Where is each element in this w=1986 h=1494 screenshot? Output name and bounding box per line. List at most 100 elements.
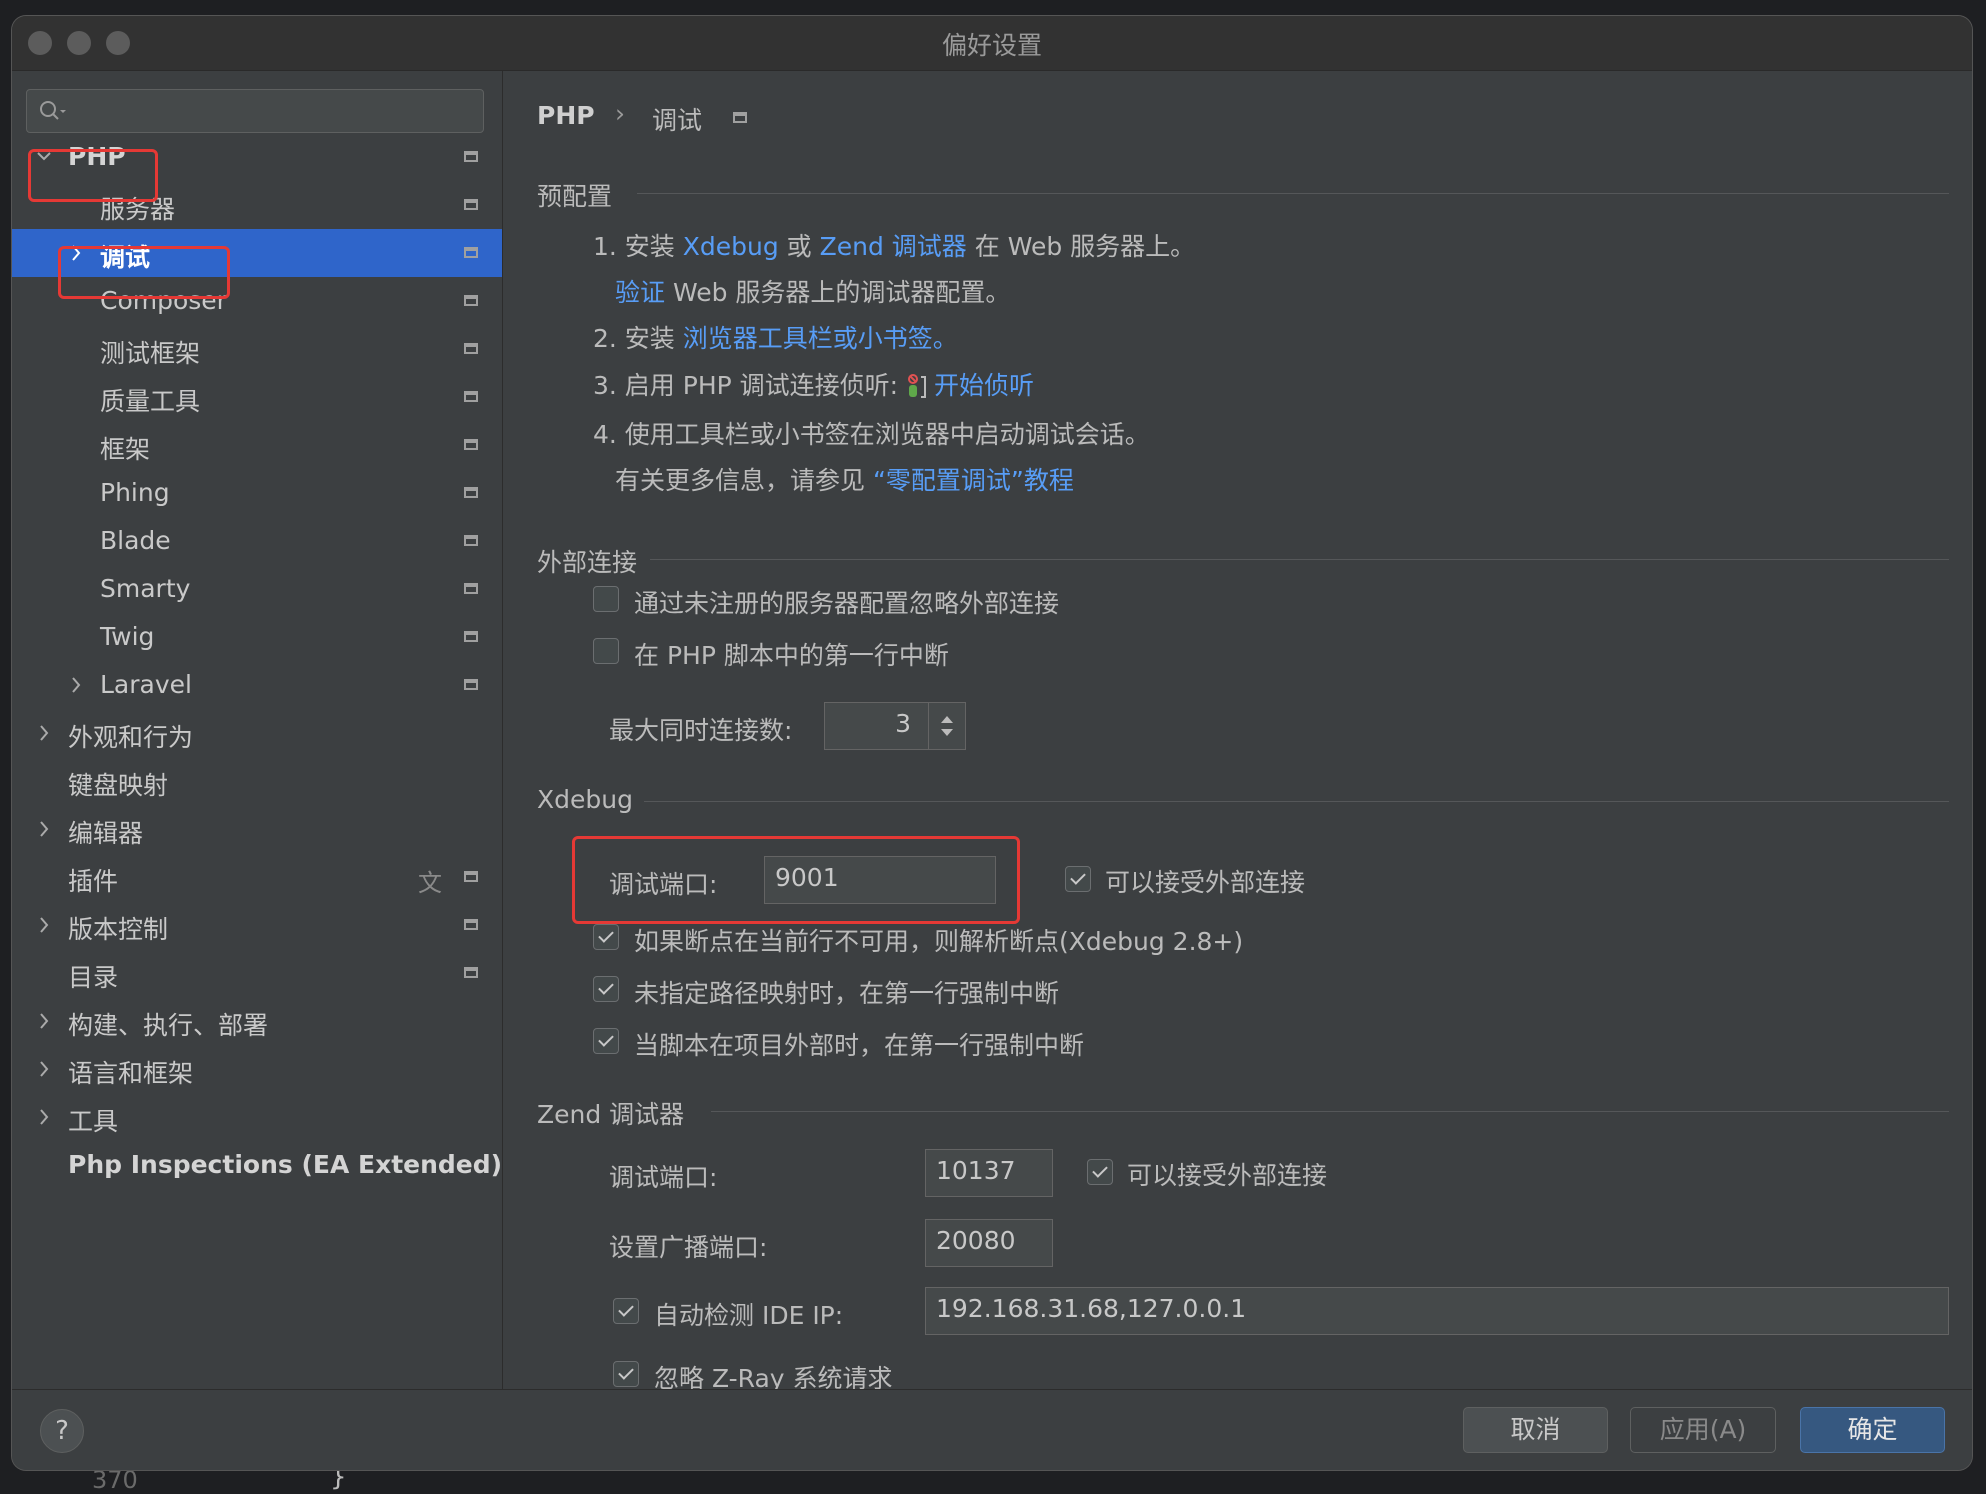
preconfig-title: 预配置: [537, 182, 613, 211]
chevron-right-icon[interactable]: [36, 915, 52, 935]
sidebar-item[interactable]: Smarty: [12, 565, 502, 613]
auto-detect-ip-label[interactable]: 自动检测 IDE IP:: [654, 1296, 843, 1332]
ignore-unregistered-checkbox[interactable]: [593, 586, 619, 612]
help-button[interactable]: ?: [40, 1409, 84, 1453]
sidebar-item[interactable]: 构建、执行、部署: [12, 997, 502, 1045]
settings-content: PHP › 调试 预配置 1. 安装 Xdebug 或 Zend 调试器 在 W…: [503, 71, 1972, 1389]
sidebar-item-label: 编辑器: [68, 819, 144, 848]
chevron-right-icon[interactable]: [36, 1059, 52, 1079]
sidebar-item-label: 键盘映射: [68, 771, 169, 800]
dialog-footer: ? 取消 应用(A) 确定: [12, 1389, 1972, 1470]
force-break-no-mapping-label[interactable]: 未指定路径映射时，在第一行强制中断: [634, 974, 1059, 1010]
settings-sidebar: PHP 服务器调试 Composer 测试框架质量工具 框架 Phing Blade Smar…: [12, 71, 503, 1389]
xdebug-link[interactable]: Xdebug: [683, 232, 779, 261]
phone-listen-icon[interactable]: [906, 373, 928, 401]
zend-accept-external-checkbox[interactable]: [1087, 1159, 1113, 1185]
sidebar-item[interactable]: Phing: [12, 469, 502, 517]
sidebar-item-label: 版本控制: [68, 915, 169, 944]
force-break-outside-label[interactable]: 当脚本在项目外部时，在第一行强制中断: [634, 1026, 1084, 1062]
project-level-icon: [464, 967, 478, 978]
sidebar-item[interactable]: 编辑器: [12, 805, 502, 853]
breadcrumb-current: 调试: [652, 106, 703, 135]
chevron-down-icon[interactable]: [36, 147, 52, 167]
xdebug-port-input[interactable]: 9001: [764, 856, 996, 904]
sidebar-item-label: Laravel: [100, 670, 192, 699]
sidebar-item-label: 构建、执行、部署: [68, 1011, 269, 1040]
sidebar-item[interactable]: Php Inspections (EA Extended): [12, 1141, 502, 1189]
broadcast-port-input[interactable]: 20080: [925, 1219, 1053, 1267]
breadcrumb-root[interactable]: PHP: [537, 101, 595, 130]
sidebar-item-label: Blade: [100, 526, 171, 555]
sidebar-item-label: Phing: [100, 478, 170, 507]
chevron-right-icon[interactable]: [68, 675, 84, 695]
break-first-line-checkbox[interactable]: [593, 638, 619, 664]
zend-port-input[interactable]: 10137: [925, 1149, 1053, 1197]
ok-button[interactable]: 确定: [1800, 1407, 1945, 1453]
zend-accept-external-label[interactable]: 可以接受外部连接: [1127, 1156, 1327, 1192]
break-first-line-label[interactable]: 在 PHP 脚本中的第一行中断: [634, 636, 949, 672]
force-break-outside-checkbox[interactable]: [593, 1028, 619, 1054]
project-level-icon: [464, 295, 478, 306]
sidebar-item[interactable]: 服务器: [12, 181, 502, 229]
sidebar-item[interactable]: Laravel: [12, 661, 502, 709]
ignore-zray-checkbox[interactable]: [613, 1361, 639, 1387]
project-level-icon: [733, 112, 747, 123]
zero-config-tutorial-link[interactable]: “零配置调试”教程: [873, 466, 1074, 495]
project-level-icon: [464, 871, 478, 882]
chevron-right-icon[interactable]: [68, 243, 84, 263]
ide-ip-input[interactable]: 192.168.31.68,127.0.0.1: [925, 1287, 1949, 1335]
zend-separator: [711, 1111, 1949, 1112]
step1-or: 或: [778, 232, 820, 261]
xdebug-accept-external-label[interactable]: 可以接受外部连接: [1105, 863, 1305, 899]
xdebug-port-label: 调试端口:: [609, 870, 718, 899]
resolve-breakpoint-label[interactable]: 如果断点在当前行不可用，则解析断点(Xdebug 2.8+): [634, 922, 1243, 958]
sidebar-item[interactable]: 测试框架: [12, 325, 502, 373]
sidebar-item[interactable]: 目录: [12, 949, 502, 997]
resolve-breakpoint-checkbox[interactable]: [593, 924, 619, 950]
start-listening-link[interactable]: 开始侦听: [934, 371, 1034, 400]
ignore-unregistered-label[interactable]: 通过未注册的服务器配置忽略外部连接: [634, 584, 1059, 620]
sidebar-item[interactable]: 工具: [12, 1093, 502, 1141]
chevron-right-icon[interactable]: [36, 723, 52, 743]
sidebar-item[interactable]: 框架: [12, 421, 502, 469]
apply-button[interactable]: 应用(A): [1630, 1407, 1776, 1453]
project-level-icon: [464, 487, 478, 498]
settings-search-input[interactable]: [26, 89, 484, 133]
sidebar-item-label: Php Inspections (EA Extended): [68, 1150, 503, 1179]
cancel-button[interactable]: 取消: [1463, 1407, 1608, 1453]
sidebar-item[interactable]: Composer: [12, 277, 502, 325]
zend-debugger-link[interactable]: Zend 调试器: [820, 232, 967, 261]
window-title: 偏好设置: [941, 31, 1042, 60]
chevron-right-icon[interactable]: [36, 819, 52, 839]
sidebar-item[interactable]: Blade: [12, 517, 502, 565]
max-connections-label: 最大同时连接数:: [609, 716, 793, 745]
ignore-zray-label[interactable]: 忽略 Z-Ray 系统请求: [654, 1359, 893, 1389]
preconfig-step-2: 2. 安装 浏览器工具栏或小书签。: [593, 319, 958, 355]
sidebar-item-label: 测试框架: [100, 339, 201, 368]
browser-toolbar-link[interactable]: 浏览器工具栏或小书签。: [683, 324, 958, 353]
project-level-icon: [464, 439, 478, 450]
sidebar-item[interactable]: Twig: [12, 613, 502, 661]
project-level-icon: [464, 583, 478, 594]
xdebug-accept-external-checkbox[interactable]: [1065, 866, 1091, 892]
sidebar-item[interactable]: 键盘映射: [12, 757, 502, 805]
sidebar-item[interactable]: 调试: [12, 229, 502, 277]
sidebar-item[interactable]: 外观和行为: [12, 709, 502, 757]
chevron-right-icon[interactable]: [36, 1011, 52, 1031]
max-connections-stepper[interactable]: [928, 703, 966, 749]
step2-text: 2. 安装: [593, 324, 683, 353]
search-icon: [40, 101, 66, 120]
auto-detect-ip-checkbox[interactable]: [613, 1298, 639, 1324]
sidebar-item[interactable]: 插件 文: [12, 853, 502, 901]
sidebar-item[interactable]: 语言和框架: [12, 1045, 502, 1093]
sidebar-item-label: 语言和框架: [68, 1059, 194, 1088]
validate-link[interactable]: 验证: [615, 278, 665, 307]
sidebar-item[interactable]: 版本控制: [12, 901, 502, 949]
sidebar-item[interactable]: 质量工具: [12, 373, 502, 421]
force-break-no-mapping-checkbox[interactable]: [593, 976, 619, 1002]
sidebar-item[interactable]: PHP: [12, 133, 502, 181]
step3-text: 3. 启用 PHP 调试连接侦听:: [593, 371, 907, 400]
project-level-icon: [464, 199, 478, 210]
chevron-right-icon[interactable]: [36, 1107, 52, 1127]
sidebar-item-label: 服务器: [100, 195, 176, 224]
